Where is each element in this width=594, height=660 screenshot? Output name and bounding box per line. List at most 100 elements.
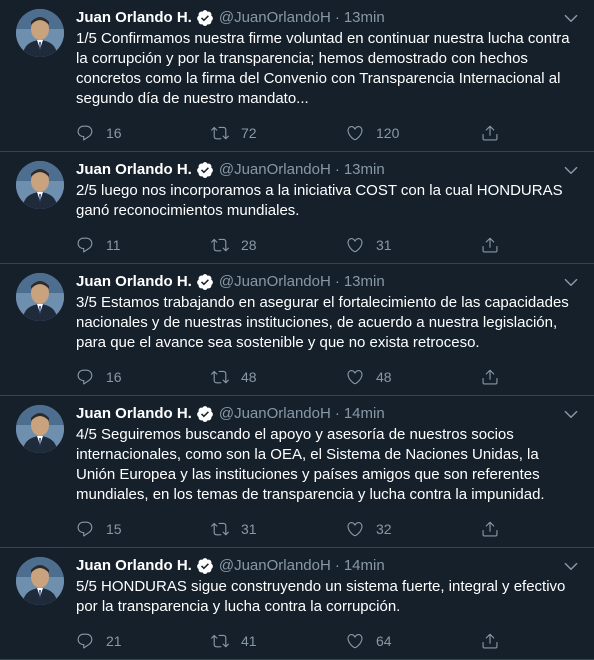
retweet-icon bbox=[211, 634, 229, 648]
chevron-down-icon[interactable] bbox=[562, 161, 580, 179]
retweet-count: 72 bbox=[241, 125, 257, 141]
reply-icon bbox=[77, 237, 93, 253]
share-icon bbox=[482, 633, 498, 649]
tweet-header: Juan Orlando H. @JuanOrlandoH · 13min bbox=[76, 160, 578, 180]
tweet-text: 3/5 Estamos trabajando en asegurar el fo… bbox=[76, 294, 569, 351]
reply-button[interactable]: 15 bbox=[76, 520, 211, 538]
author-name[interactable]: Juan Orlando H. bbox=[76, 160, 192, 180]
share-button[interactable] bbox=[481, 520, 511, 538]
author-name[interactable]: Juan Orlando H. bbox=[76, 272, 192, 292]
like-button[interactable]: 48 bbox=[346, 368, 481, 386]
verified-badge-icon bbox=[196, 161, 214, 179]
avatar[interactable] bbox=[16, 273, 64, 321]
retweet-count: 41 bbox=[241, 633, 257, 649]
author-handle[interactable]: @JuanOrlandoH bbox=[219, 404, 331, 424]
verified-badge-icon bbox=[196, 273, 214, 291]
verified-badge-icon bbox=[196, 405, 214, 423]
verified-badge-icon bbox=[196, 9, 214, 27]
tweet-header: Juan Orlando H. @JuanOrlandoH · 13min bbox=[76, 272, 578, 292]
share-icon bbox=[482, 521, 498, 537]
separator-dot: · bbox=[334, 9, 340, 26]
share-button[interactable] bbox=[481, 124, 511, 142]
reply-count: 11 bbox=[106, 237, 121, 253]
author-handle[interactable]: @JuanOrlandoH bbox=[219, 556, 331, 576]
tweet-actions: 16 72 120 bbox=[76, 115, 578, 151]
retweet-button[interactable]: 48 bbox=[211, 368, 346, 386]
tweet-header: Juan Orlando H. @JuanOrlandoH · 14min bbox=[76, 556, 578, 576]
share-button[interactable] bbox=[481, 368, 511, 386]
retweet-icon bbox=[211, 126, 229, 140]
tweet[interactable]: Juan Orlando H. @JuanOrlandoH · 14min 4/… bbox=[0, 396, 594, 548]
reply-count: 16 bbox=[106, 369, 122, 385]
tweet-timestamp[interactable]: 14min bbox=[344, 404, 385, 424]
tweet[interactable]: Juan Orlando H. @JuanOrlandoH · 13min 3/… bbox=[0, 264, 594, 396]
reply-button[interactable]: 21 bbox=[76, 632, 211, 650]
avatar[interactable] bbox=[16, 405, 64, 453]
avatar[interactable] bbox=[16, 557, 64, 605]
like-count: 120 bbox=[376, 125, 400, 141]
like-button[interactable]: 31 bbox=[346, 236, 481, 254]
author-handle[interactable]: @JuanOrlandoH bbox=[219, 8, 331, 28]
separator-dot: · bbox=[334, 273, 340, 290]
tweet-header: Juan Orlando H. @JuanOrlandoH · 13min bbox=[76, 8, 578, 28]
author-handle[interactable]: @JuanOrlandoH bbox=[219, 272, 331, 292]
heart-icon bbox=[347, 634, 363, 649]
reply-icon bbox=[77, 125, 93, 141]
reply-button[interactable]: 11 bbox=[76, 236, 211, 254]
reply-count: 16 bbox=[106, 125, 122, 141]
retweet-button[interactable]: 28 bbox=[211, 236, 346, 254]
author-name[interactable]: Juan Orlando H. bbox=[76, 8, 192, 28]
avatar[interactable] bbox=[16, 161, 64, 209]
tweet[interactable]: Juan Orlando H. @JuanOrlandoH · 14min 5/… bbox=[0, 548, 594, 660]
tweet-timestamp[interactable]: 13min bbox=[344, 8, 385, 28]
tweet[interactable]: Juan Orlando H. @JuanOrlandoH · 13min 1/… bbox=[0, 0, 594, 152]
reply-icon bbox=[77, 521, 93, 537]
retweet-button[interactable]: 41 bbox=[211, 632, 346, 650]
tweet-actions: 15 31 32 bbox=[76, 511, 578, 547]
tweet-text: 5/5 HONDURAS sigue construyendo un siste… bbox=[76, 578, 566, 615]
tweet-actions: 11 28 31 bbox=[76, 227, 578, 263]
chevron-down-icon[interactable] bbox=[562, 557, 580, 575]
chevron-down-icon[interactable] bbox=[562, 9, 580, 27]
chevron-down-icon[interactable] bbox=[562, 273, 580, 291]
reply-icon bbox=[77, 633, 93, 649]
author-name[interactable]: Juan Orlando H. bbox=[76, 404, 192, 424]
retweet-button[interactable]: 72 bbox=[211, 124, 346, 142]
tweet[interactable]: Juan Orlando H. @JuanOrlandoH · 13min 2/… bbox=[0, 152, 594, 264]
author-name[interactable]: Juan Orlando H. bbox=[76, 556, 192, 576]
like-button[interactable]: 64 bbox=[346, 632, 481, 650]
like-count: 32 bbox=[376, 521, 392, 537]
author-handle[interactable]: @JuanOrlandoH bbox=[219, 160, 331, 180]
tweet-timestamp[interactable]: 13min bbox=[344, 160, 385, 180]
reply-icon bbox=[77, 369, 93, 385]
retweet-count: 48 bbox=[241, 369, 257, 385]
like-button[interactable]: 120 bbox=[346, 124, 481, 142]
retweet-icon bbox=[211, 522, 229, 536]
like-count: 64 bbox=[376, 633, 392, 649]
separator-dot: · bbox=[334, 405, 340, 422]
chevron-down-icon[interactable] bbox=[562, 405, 580, 423]
retweet-count: 31 bbox=[241, 521, 257, 537]
tweet-text: 4/5 Seguiremos buscando el apoyo y aseso… bbox=[76, 426, 545, 503]
tweet-actions: 16 48 48 bbox=[76, 359, 578, 395]
heart-icon bbox=[347, 126, 363, 141]
retweet-button[interactable]: 31 bbox=[211, 520, 346, 538]
heart-icon bbox=[347, 370, 363, 385]
tweet-timestamp[interactable]: 13min bbox=[344, 272, 385, 292]
avatar[interactable] bbox=[16, 9, 64, 57]
separator-dot: · bbox=[334, 161, 340, 178]
share-icon bbox=[482, 369, 498, 385]
verified-badge-icon bbox=[196, 557, 214, 575]
like-count: 31 bbox=[376, 237, 392, 253]
reply-button[interactable]: 16 bbox=[76, 368, 211, 386]
share-button[interactable] bbox=[481, 632, 511, 650]
like-button[interactable]: 32 bbox=[346, 520, 481, 538]
tweet-timestamp[interactable]: 14min bbox=[344, 556, 385, 576]
retweet-icon bbox=[211, 238, 229, 252]
tweet-text: 2/5 luego nos incorporamos a la iniciati… bbox=[76, 182, 563, 219]
heart-icon bbox=[347, 238, 363, 253]
share-button[interactable] bbox=[481, 236, 511, 254]
tweet-header: Juan Orlando H. @JuanOrlandoH · 14min bbox=[76, 404, 578, 424]
reply-button[interactable]: 16 bbox=[76, 124, 211, 142]
share-icon bbox=[482, 237, 498, 253]
